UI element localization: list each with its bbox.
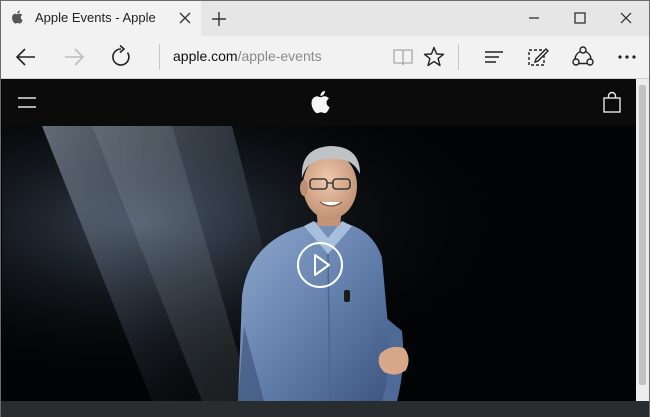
url-path: /apple-events	[237, 48, 322, 64]
web-page	[2, 79, 636, 401]
refresh-icon[interactable]	[108, 44, 134, 70]
close-icon	[620, 12, 632, 24]
browser-window: Apple Events - Apple Sp	[0, 0, 650, 417]
star-icon[interactable]	[421, 44, 447, 70]
hub-icon[interactable]	[481, 44, 507, 70]
apple-logo-icon[interactable]	[309, 90, 331, 114]
tab-bar: Apple Events - Apple Sp	[1, 1, 649, 36]
hero-video[interactable]	[2, 126, 636, 401]
minimize-icon	[529, 17, 539, 19]
hamburger-icon[interactable]	[16, 95, 38, 111]
minimize-button[interactable]	[511, 1, 557, 36]
address-bar[interactable]: apple.com/apple-events	[173, 48, 322, 66]
plus-icon[interactable]	[209, 9, 229, 29]
maximize-icon	[574, 12, 586, 24]
url-host: apple.com	[173, 48, 238, 64]
arrow-left-icon[interactable]	[13, 44, 39, 70]
tab-title: Apple Events - Apple Sp	[35, 10, 160, 25]
apple-logo-icon	[12, 10, 23, 24]
site-header	[2, 79, 636, 126]
close-tab-icon[interactable]	[177, 10, 193, 26]
shopping-bag-icon[interactable]	[602, 91, 622, 113]
maximize-button[interactable]	[557, 1, 603, 36]
share-icon[interactable]	[570, 44, 596, 70]
page-bottom-strip	[1, 401, 649, 417]
vertical-scrollbar[interactable]	[636, 79, 649, 401]
close-window-button[interactable]	[603, 1, 649, 36]
scrollbar-thumb[interactable]	[639, 85, 646, 385]
play-icon[interactable]	[296, 241, 344, 289]
book-icon[interactable]	[390, 44, 416, 70]
more-icon[interactable]	[614, 44, 640, 70]
tab-apple-events[interactable]: Apple Events - Apple Sp	[1, 1, 201, 36]
arrow-right-icon[interactable]	[61, 44, 87, 70]
separator	[458, 44, 459, 70]
web-note-icon[interactable]	[525, 44, 551, 70]
navigation-bar: apple.com/apple-events	[1, 36, 649, 79]
separator	[159, 44, 160, 70]
